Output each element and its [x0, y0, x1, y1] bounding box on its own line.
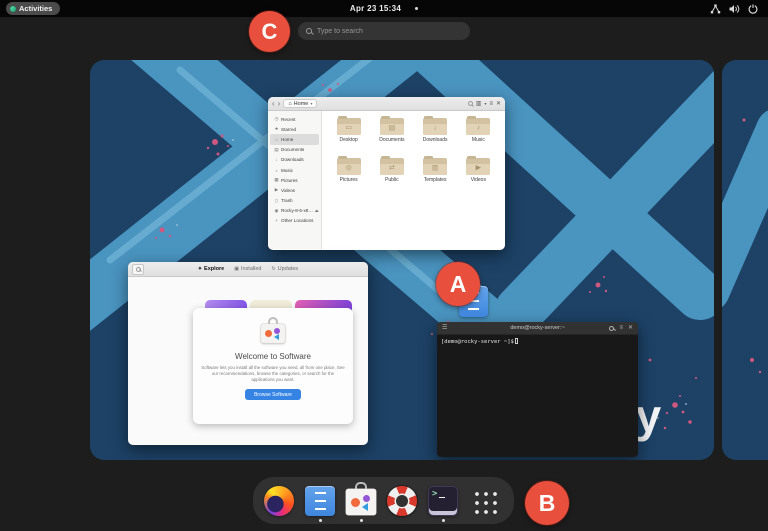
folder-icon	[466, 156, 491, 175]
sidebar-item-documents: Documents	[270, 145, 319, 155]
sidebar-item-rocky-volume: Rocky-8-5-x8…⏏	[270, 206, 319, 216]
explore-icon	[198, 266, 202, 272]
view-grid-icon: ▥	[475, 100, 482, 107]
volume-icon	[729, 4, 740, 13]
menu-icon: ≡	[619, 325, 623, 331]
annotation-marker-b: B	[525, 481, 569, 525]
menu-icon: ≡	[489, 100, 493, 107]
sidebar-item-pictures: Pictures	[270, 175, 319, 185]
software-logo-icon	[261, 317, 285, 343]
chevron-down-icon: ▾	[484, 100, 487, 106]
breadcrumb-label: Home	[293, 100, 309, 107]
close-icon: ✕	[627, 325, 633, 331]
folder-icon	[423, 156, 448, 175]
lifebuoy-icon	[387, 485, 417, 516]
close-icon: ✕	[495, 100, 501, 107]
terminal-content: [demo@rocky-server ~]$	[437, 335, 638, 348]
folder-icon	[379, 116, 404, 135]
sidebar-item-starred: Starred	[270, 124, 319, 134]
activities-label: Activities	[19, 4, 53, 13]
terminal-title: demo@rocky-server:~	[510, 325, 565, 331]
folder-icon	[336, 116, 361, 135]
top-bar: Activities Apr 23 15:34	[0, 0, 768, 17]
welcome-title: Welcome to Software	[235, 352, 311, 361]
folder-documents: Documents	[370, 116, 413, 158]
files-window-preview[interactable]: ‹ › Home ▾ ▥ ▾ ≡ ✕ Recent Starred Home	[268, 97, 505, 250]
annotation-marker-a: A	[436, 262, 480, 306]
files-icon	[305, 485, 335, 516]
dock-item-terminal[interactable]	[428, 485, 458, 522]
sidebar-item-home: Home	[270, 134, 319, 145]
tab-updates: Updates	[271, 266, 299, 272]
tab-explore: Explore	[198, 266, 224, 272]
installed-icon	[234, 266, 239, 272]
back-icon: ‹	[272, 98, 275, 108]
sidebar-item-downloads: Downloads	[270, 155, 319, 165]
firefox-icon	[264, 485, 294, 516]
clock[interactable]: Apr 23 15:34	[350, 4, 401, 13]
files-headerbar: ‹ › Home ▾ ▥ ▾ ≡ ✕	[268, 97, 505, 111]
home-icon	[288, 101, 291, 107]
forward-icon: ›	[277, 98, 281, 108]
folder-templates: Templates	[414, 156, 457, 198]
activities-overview: Activities Apr 23 15:34 Type to search C…	[0, 0, 768, 531]
dash-dock	[253, 477, 514, 524]
folder-public: Public	[370, 156, 413, 198]
dock-item-software[interactable]	[346, 481, 376, 522]
system-status-menu[interactable]	[710, 0, 758, 17]
folder-downloads: Downloads	[414, 116, 457, 158]
power-icon	[748, 3, 758, 14]
folder-pictures: Pictures	[327, 156, 370, 198]
workspace-preview: ky ‹ › Home ▾ ▥ ▾ ≡ ✕ Recent	[90, 60, 714, 460]
dock-item-files[interactable]	[305, 485, 335, 522]
dock-item-firefox[interactable]	[264, 485, 294, 516]
annotation-marker-c: C	[249, 11, 290, 52]
sidebar-item-videos: Videos	[270, 185, 319, 195]
folder-videos: Videos	[457, 156, 500, 198]
terminal-window-preview[interactable]: ☰ demo@rocky-server:~ ≡ ✕ [demo@rocky-se…	[437, 322, 638, 457]
folder-music: Music	[457, 116, 500, 158]
tab-installed: Installed	[234, 266, 262, 272]
activities-button[interactable]: Activities	[6, 2, 61, 15]
welcome-card: Welcome to Software Software lets you in…	[193, 308, 353, 424]
sidebar-item-recent: Recent	[270, 114, 319, 124]
dock-item-help[interactable]	[387, 485, 417, 516]
folder-icon	[423, 116, 448, 135]
notification-dot-icon	[415, 7, 419, 10]
dock-item-app-grid[interactable]	[469, 486, 502, 519]
terminal-prompt: [demo@rocky-server ~]$	[441, 339, 514, 345]
app-grid-icon	[472, 488, 502, 519]
terminal-headerbar: ☰ demo@rocky-server:~ ≡ ✕	[437, 322, 638, 335]
software-icon	[346, 481, 376, 515]
network-wired-icon	[710, 3, 721, 13]
browse-software-button: Browse Software	[245, 389, 301, 401]
search-icon	[306, 28, 312, 34]
next-workspace-preview[interactable]	[722, 60, 768, 460]
search-input[interactable]	[317, 27, 462, 35]
updates-icon	[271, 266, 275, 272]
files-sidebar: Recent Starred Home Documents Downloads …	[268, 111, 322, 249]
sidebar-item-other-locations: Other Locations	[270, 216, 319, 226]
terminal-cursor	[514, 338, 519, 344]
terminal-icon	[428, 485, 458, 516]
sidebar-item-music: Music	[270, 165, 319, 175]
breadcrumb: Home ▾	[283, 99, 318, 108]
folder-icon	[466, 116, 491, 135]
folder-icon	[379, 156, 404, 175]
distro-dot-icon	[10, 5, 16, 12]
search-bar[interactable]	[298, 22, 470, 40]
folder-icon	[336, 156, 361, 175]
software-window-preview[interactable]: Explore Installed Updates Welcome to Sof…	[128, 262, 368, 445]
software-headerbar: Explore Installed Updates	[128, 262, 368, 277]
search-icon	[467, 101, 473, 106]
folder-desktop: Desktop	[327, 116, 370, 158]
eject-icon: ⏏	[314, 208, 319, 214]
search-icon	[609, 325, 615, 331]
chevron-down-icon: ▾	[310, 101, 313, 106]
welcome-body: Software lets you install all the softwa…	[201, 365, 345, 382]
sidebar-item-trash: Trash	[270, 196, 319, 206]
files-folder-grid: Desktop Documents Downloads Music Pictur…	[322, 111, 505, 249]
